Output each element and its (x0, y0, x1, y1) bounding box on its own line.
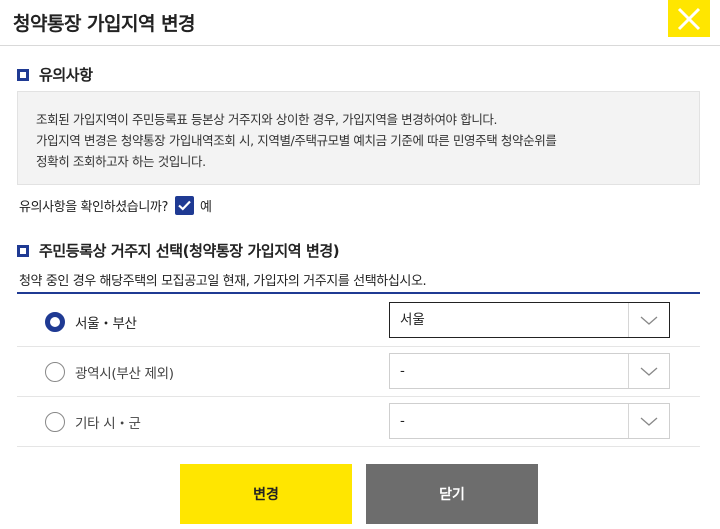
chevron-down-icon (640, 316, 658, 325)
select-separator (628, 404, 629, 438)
notice-line: 정확히 조회하고자 하는 것입니다. (36, 154, 206, 169)
radio-label: 광역시(부산 제외) (75, 366, 174, 382)
region-select-other[interactable]: - (389, 403, 670, 439)
residence-option-row: 기타 시・군 - (17, 397, 700, 447)
section-divider (17, 292, 700, 294)
region-select-metropolitan[interactable]: - (389, 353, 670, 389)
select-value: - (400, 413, 405, 429)
radio-option-seoul-busan[interactable]: 서울・부산 (45, 297, 137, 347)
notice-line: 가입지역 변경은 청약통장 가입내역조회 시, 지역별/주택규모별 예치금 기준… (36, 133, 557, 148)
notice-line: 조회된 가입지역이 주민등록표 등본상 거주지와 상이한 경우, 가입지역을 변… (36, 112, 498, 127)
select-separator (628, 354, 629, 388)
dialog-header: 청약통장 가입지역 변경 (0, 0, 720, 46)
square-bullet-icon (17, 68, 29, 81)
select-value: 서울 (400, 312, 425, 328)
square-bullet-icon (17, 244, 29, 257)
residence-description: 청약 중인 경우 해당주택의 모집공고일 현재, 가입자의 거주지를 선택하십시… (19, 274, 427, 289)
residence-option-row: 서울・부산 서울 (17, 297, 700, 347)
dialog-title: 청약통장 가입지역 변경 (13, 13, 196, 35)
radio-option-metropolitan[interactable]: 광역시(부산 제외) (45, 347, 174, 397)
change-button[interactable]: 변경 (180, 464, 352, 524)
region-select-seoul-busan[interactable]: 서울 (389, 302, 670, 338)
chevron-down-icon (640, 417, 658, 426)
close-icon (677, 7, 701, 30)
close-dialog-button[interactable]: 닫기 (366, 464, 538, 524)
confirm-checkbox[interactable] (174, 196, 194, 215)
close-button[interactable] (668, 0, 710, 37)
confirm-row: 유의사항을 확인하셨습니까? 예 (19, 196, 212, 215)
chevron-down-icon (640, 367, 658, 376)
notice-heading-text: 유의사항 (39, 66, 93, 84)
radio-button[interactable] (45, 412, 65, 432)
radio-label: 기타 시・군 (75, 416, 141, 432)
residence-heading: 주민등록상 거주지 선택(청약통장 가입지역 변경) (17, 240, 340, 261)
residence-heading-text: 주민등록상 거주지 선택(청약통장 가입지역 변경) (39, 242, 340, 260)
radio-button-selected[interactable] (45, 312, 65, 332)
radio-label: 서울・부산 (75, 316, 137, 332)
radio-option-other[interactable]: 기타 시・군 (45, 397, 141, 447)
confirm-answer: 예 (199, 200, 212, 215)
confirm-question: 유의사항을 확인하셨습니까? (19, 200, 168, 215)
select-separator (628, 303, 629, 337)
notice-box: 조회된 가입지역이 주민등록표 등본상 거주지와 상이한 경우, 가입지역을 변… (17, 91, 700, 185)
radio-button[interactable] (45, 362, 65, 382)
select-value: - (400, 363, 405, 379)
check-icon (178, 200, 191, 211)
residence-option-row: 광역시(부산 제외) - (17, 347, 700, 397)
notice-heading: 유의사항 (17, 64, 93, 85)
